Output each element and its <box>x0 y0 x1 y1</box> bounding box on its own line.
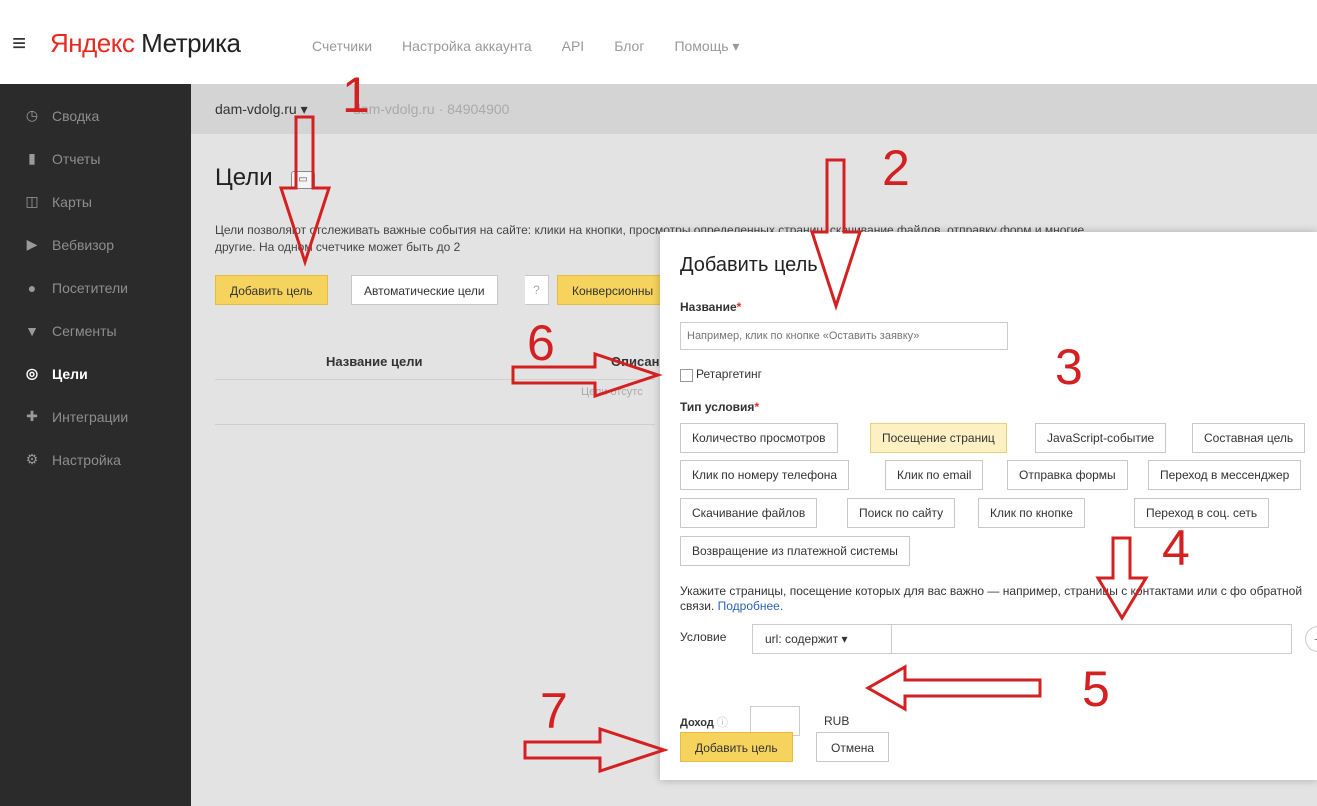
top-nav: Счетчики Настройка аккаунта API Блог Пом… <box>312 38 739 55</box>
page-title: Цели <box>215 164 273 191</box>
table-divider <box>215 424 655 425</box>
filter-icon: ▼ <box>25 322 39 339</box>
annotation-number-2: 2 <box>882 140 910 196</box>
condition-type-label: Тип условия* <box>680 400 759 414</box>
annotation-number-1: 1 <box>342 67 370 123</box>
retargeting-checkbox[interactable] <box>680 369 693 382</box>
menu-icon[interactable]: ≡ <box>12 30 26 58</box>
sidebar-item-label: Сегменты <box>52 322 117 339</box>
type-messenger[interactable]: Переход в мессенджер <box>1148 460 1302 490</box>
condition-label: Условие <box>680 630 727 644</box>
conversion-button[interactable]: Конверсионны <box>557 275 667 305</box>
type-phone-click[interactable]: Клик по номеру телефона <box>680 460 850 490</box>
dashboard-icon: ◷ <box>25 107 39 123</box>
integrations-icon: ✚ <box>26 408 38 424</box>
counter-selector[interactable]: dam-vdolg.ru ▾ <box>215 101 308 118</box>
type-email-click[interactable]: Клик по email <box>885 460 984 490</box>
column-goal-name: Название цели <box>326 354 423 369</box>
annotation-number-6: 6 <box>527 315 555 371</box>
sidebar: ◷ Сводка ▮ Отчеты ◫ Карты ▶ Вебвизор ● Посети… <box>0 84 191 806</box>
counter-id: dam-vdolg.ru · 84904900 <box>353 101 510 117</box>
retargeting-label: Ретаргетинг <box>696 367 763 381</box>
sidebar-item-label: Сводка <box>52 107 100 124</box>
reports-icon: ▮ <box>28 150 36 166</box>
income-help-icon[interactable]: ⓘ <box>717 717 728 729</box>
logo-prefix: Яндекс <box>50 28 135 58</box>
submit-goal-button[interactable]: Добавить цель <box>680 732 793 762</box>
maps-icon: ◫ <box>25 193 39 209</box>
sidebar-item-label: Посетители <box>52 279 128 296</box>
target-icon: ◎ <box>25 365 39 381</box>
type-javascript-event[interactable]: JavaScript-событие <box>1035 423 1167 453</box>
currency-label: RUB <box>824 714 850 728</box>
annotation-number-5: 5 <box>1082 661 1110 717</box>
sidebar-item-summary[interactable]: ◷ Сводка <box>0 94 191 137</box>
nav-api[interactable]: API <box>562 38 585 55</box>
dialog-title: Добавить цель <box>680 254 818 276</box>
nav-counters[interactable]: Счетчики <box>312 38 372 55</box>
type-composite-goal[interactable]: Составная цель <box>1192 423 1306 453</box>
income-label: Доход ⓘ <box>680 714 728 730</box>
table-divider <box>215 379 655 380</box>
annotation-number-7: 7 <box>540 683 568 739</box>
nav-blog[interactable]: Блог <box>614 38 644 55</box>
auto-goals-button[interactable]: Автоматические цели <box>351 275 498 305</box>
nav-account-settings[interactable]: Настройка аккаунта <box>402 38 532 55</box>
type-pageviews[interactable]: Количество просмотров <box>680 423 838 453</box>
condition-hint: Укажите страницы, посещение которых для … <box>680 584 1317 614</box>
sidebar-item-reports[interactable]: ▮ Отчеты <box>0 137 191 180</box>
add-condition-button[interactable]: + <box>1305 626 1317 652</box>
sidebar-item-webvisor[interactable]: ▶ Вебвизор <box>0 223 191 266</box>
sidebar-item-maps[interactable]: ◫ Карты <box>0 180 191 223</box>
type-payment-return[interactable]: Возвращение из платежной системы <box>680 536 910 566</box>
sidebar-item-label: Цели <box>52 365 88 382</box>
sidebar-item-segments[interactable]: ▼ Сегменты <box>0 309 191 352</box>
gear-icon: ⚙ <box>25 451 39 467</box>
nav-help[interactable]: Помощь ▾ <box>674 38 739 55</box>
play-icon: ▶ <box>26 236 38 252</box>
type-page-visit[interactable]: Посещение страниц <box>870 423 1007 453</box>
top-bar: ≡ Яндекс Метрика Счетчики Настройка акка… <box>0 0 1317 84</box>
column-description: Описан <box>611 354 660 369</box>
sidebar-item-visitors[interactable]: ● Посетители <box>0 266 191 309</box>
sidebar-item-goals[interactable]: ◎ Цели <box>0 352 191 395</box>
type-file-download[interactable]: Скачивание файлов <box>680 498 818 528</box>
condition-value-input[interactable] <box>892 624 1292 654</box>
sidebar-item-label: Настройка <box>52 451 121 468</box>
goal-name-input[interactable] <box>680 322 1008 350</box>
add-goal-dialog: Добавить цель Название* Ретаргетинг Тип … <box>660 232 1317 780</box>
logo-suffix: Метрика <box>134 28 241 58</box>
type-form-submit[interactable]: Отправка формы <box>1007 460 1128 490</box>
add-goal-button[interactable]: Добавить цель <box>215 275 328 305</box>
annotation-number-4: 4 <box>1162 520 1190 576</box>
help-icon[interactable]: ? <box>525 275 549 305</box>
more-link[interactable]: Подробнее. <box>718 599 784 613</box>
sidebar-item-label: Отчеты <box>52 150 101 167</box>
user-icon: ● <box>27 279 37 296</box>
video-help-icon[interactable]: ▭ <box>291 171 315 189</box>
sidebar-item-label: Карты <box>52 193 92 210</box>
annotation-number-3: 3 <box>1055 339 1083 395</box>
sidebar-item-settings[interactable]: ⚙ Настройка <box>0 438 191 481</box>
required-mark: * <box>736 300 742 314</box>
income-label-text: Доход <box>680 717 714 729</box>
condition-select[interactable]: url: содержит ▾ <box>752 624 892 654</box>
required-mark: * <box>754 400 760 414</box>
sidebar-item-label: Вебвизор <box>52 236 115 253</box>
condition-type-label-text: Тип условия <box>680 400 755 414</box>
type-social-network[interactable]: Переход в соц. сеть <box>1134 498 1270 528</box>
logo[interactable]: Яндекс Метрика <box>50 28 241 59</box>
name-label: Название* <box>680 300 741 314</box>
type-button-click[interactable]: Клик по кнопке <box>978 498 1085 528</box>
name-label-text: Название <box>680 300 737 314</box>
empty-message: Цели отсутс <box>581 386 643 398</box>
sidebar-item-integrations[interactable]: ✚ Интеграции <box>0 395 191 438</box>
sidebar-item-label: Интеграции <box>52 408 129 425</box>
cancel-button[interactable]: Отмена <box>816 732 890 762</box>
type-site-search[interactable]: Поиск по сайту <box>847 498 956 528</box>
